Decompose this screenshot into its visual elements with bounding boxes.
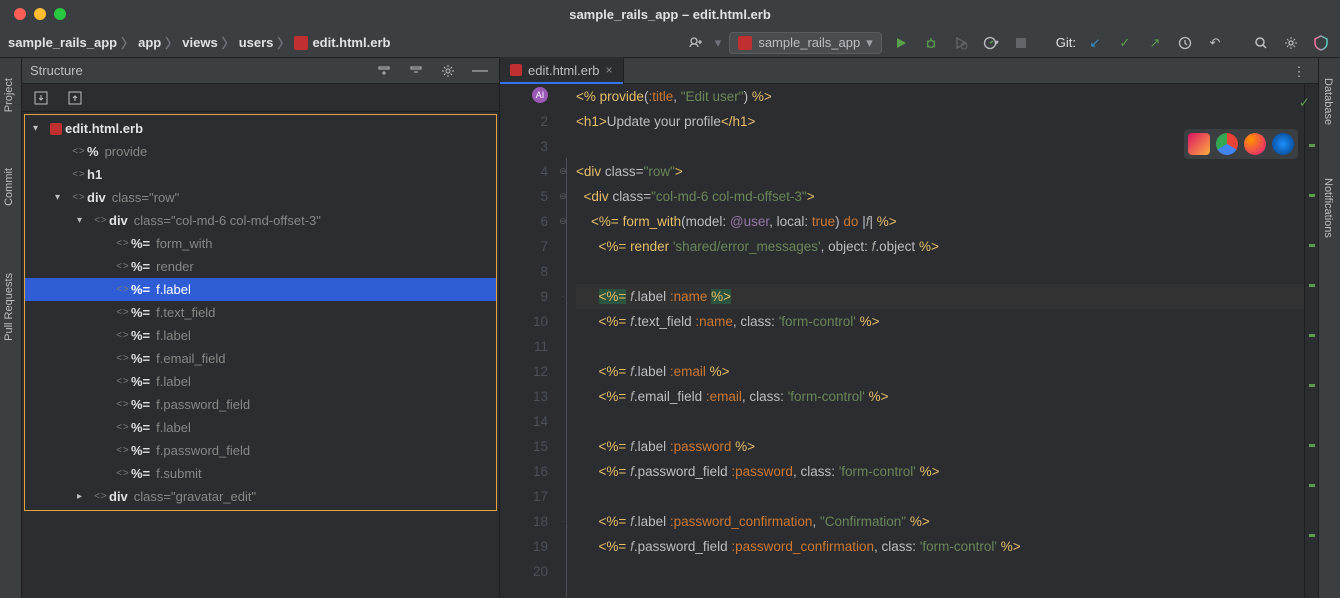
code-content[interactable]: <% provide(:title, "Edit user") %><h1>Up…	[570, 84, 1304, 598]
chrome-icon[interactable]	[1216, 133, 1238, 155]
editor: edit.html.erb × ⋮ AI 1234567891011121314…	[500, 58, 1318, 598]
inspection-ok-icon[interactable]: ✓	[1299, 90, 1310, 115]
notifications-tab[interactable]: Notifications	[1322, 178, 1334, 238]
breadcrumb-item[interactable]: sample_rails_app	[8, 35, 117, 50]
browser-preview-icons	[1184, 129, 1298, 159]
structure-tree[interactable]: ▾edit.html.erb%provideh1▾divclass="row"▾…	[22, 112, 499, 598]
window-controls	[0, 8, 66, 20]
close-tab-icon[interactable]: ×	[606, 63, 613, 77]
run-config-label: sample_rails_app	[758, 35, 860, 50]
firefox-icon[interactable]	[1244, 133, 1266, 155]
tree-node[interactable]: ▸divclass="gravatar_edit"	[25, 485, 496, 508]
breadcrumb-item[interactable]: edit.html.erb	[312, 35, 390, 50]
breadcrumb-item[interactable]: app	[138, 35, 161, 50]
run-button[interactable]	[890, 32, 912, 54]
tree-node[interactable]: %=f.label	[25, 416, 496, 439]
editor-tabs: edit.html.erb × ⋮	[500, 58, 1318, 84]
run-configuration[interactable]: sample_rails_app ▾	[729, 32, 881, 54]
panel-toolbar	[22, 84, 499, 112]
tree-node[interactable]: %=form_with	[25, 232, 496, 255]
tree-node[interactable]: %=f.text_field	[25, 301, 496, 324]
commit-tab[interactable]: Commit	[3, 168, 15, 206]
panel-settings-icon[interactable]	[437, 60, 459, 82]
code-area[interactable]: AI 1234567891011121314151617181920 ⊖⊖⊖··…	[500, 84, 1318, 598]
profile-button[interactable]: ▾	[980, 32, 1002, 54]
pull-requests-tab[interactable]: Pull Requests	[3, 273, 15, 341]
ai-icon[interactable]: AI	[532, 87, 548, 103]
tree-node[interactable]: %provide	[25, 140, 496, 163]
tab-menu-icon[interactable]: ⋮	[1288, 61, 1310, 83]
tree-node[interactable]: %=f.label	[25, 278, 496, 301]
settings-icon[interactable]	[1280, 32, 1302, 54]
tree-node[interactable]: %=f.password_field	[25, 439, 496, 462]
editor-scrollbar[interactable]: ✓	[1304, 84, 1318, 598]
tree-node[interactable]: h1	[25, 163, 496, 186]
search-icon[interactable]	[1250, 32, 1272, 54]
editor-tab[interactable]: edit.html.erb ×	[500, 57, 624, 83]
maximize-window[interactable]	[54, 8, 66, 20]
history-icon[interactable]	[1174, 32, 1196, 54]
file-type-icon	[294, 36, 308, 50]
expand-all-icon[interactable]	[373, 60, 395, 82]
breadcrumb-item[interactable]: users	[239, 35, 274, 50]
tree-node[interactable]: %=render	[25, 255, 496, 278]
tree-node[interactable]: %=f.password_field	[25, 393, 496, 416]
right-tool-rail: Database Notifications	[1318, 58, 1340, 598]
minimize-window[interactable]	[34, 8, 46, 20]
collapse-all-icon[interactable]	[405, 60, 427, 82]
safari-icon[interactable]	[1272, 133, 1294, 155]
git-push-icon[interactable]: ↗	[1144, 32, 1166, 54]
autoscroll-icon[interactable]	[64, 87, 86, 109]
stop-button[interactable]	[1010, 32, 1032, 54]
coverage-button[interactable]	[950, 32, 972, 54]
panel-title: Structure	[30, 63, 373, 78]
project-tab[interactable]: Project	[3, 78, 15, 112]
rollback-icon[interactable]: ↶	[1204, 32, 1226, 54]
structure-panel: Structure — ▾edit.html.erb%provideh1▾div…	[22, 58, 500, 598]
breadcrumb[interactable]: sample_rails_app〉 app〉 views〉 users〉 edi…	[8, 33, 390, 52]
hide-panel-icon[interactable]: —	[469, 60, 491, 82]
tree-node[interactable]: ▾divclass="row"	[25, 186, 496, 209]
panel-header: Structure —	[22, 58, 499, 84]
close-window[interactable]	[14, 8, 26, 20]
rails-icon	[738, 36, 752, 50]
database-tab[interactable]: Database	[1322, 78, 1334, 125]
titlebar: sample_rails_app – edit.html.erb	[0, 0, 1340, 28]
tree-node[interactable]: ▾edit.html.erb	[25, 117, 496, 140]
tree-node[interactable]: %=f.label	[25, 370, 496, 393]
file-type-icon	[510, 64, 522, 76]
tree-node[interactable]: %=f.email_field	[25, 347, 496, 370]
git-label: Git:	[1056, 35, 1076, 50]
code-with-me-icon[interactable]	[1310, 32, 1332, 54]
line-gutter: AI 1234567891011121314151617181920	[500, 84, 556, 598]
tree-node[interactable]: ▾divclass="col-md-6 col-md-offset-3"	[25, 209, 496, 232]
breadcrumb-item[interactable]: views	[182, 35, 217, 50]
add-config-icon[interactable]	[685, 32, 707, 54]
git-pull-icon[interactable]: ↙	[1084, 32, 1106, 54]
tree-node[interactable]: %=f.label	[25, 324, 496, 347]
debug-button[interactable]	[920, 32, 942, 54]
tab-label: edit.html.erb	[528, 63, 600, 78]
main-toolbar: sample_rails_app〉 app〉 views〉 users〉 edi…	[0, 28, 1340, 58]
git-commit-icon[interactable]: ✓	[1114, 32, 1136, 54]
window-title: sample_rails_app – edit.html.erb	[569, 7, 771, 22]
tree-node[interactable]: %=f.submit	[25, 462, 496, 485]
rubymine-icon[interactable]	[1188, 133, 1210, 155]
navigate-down-icon[interactable]	[30, 87, 52, 109]
left-tool-rail: Project Commit Pull Requests	[0, 58, 22, 598]
